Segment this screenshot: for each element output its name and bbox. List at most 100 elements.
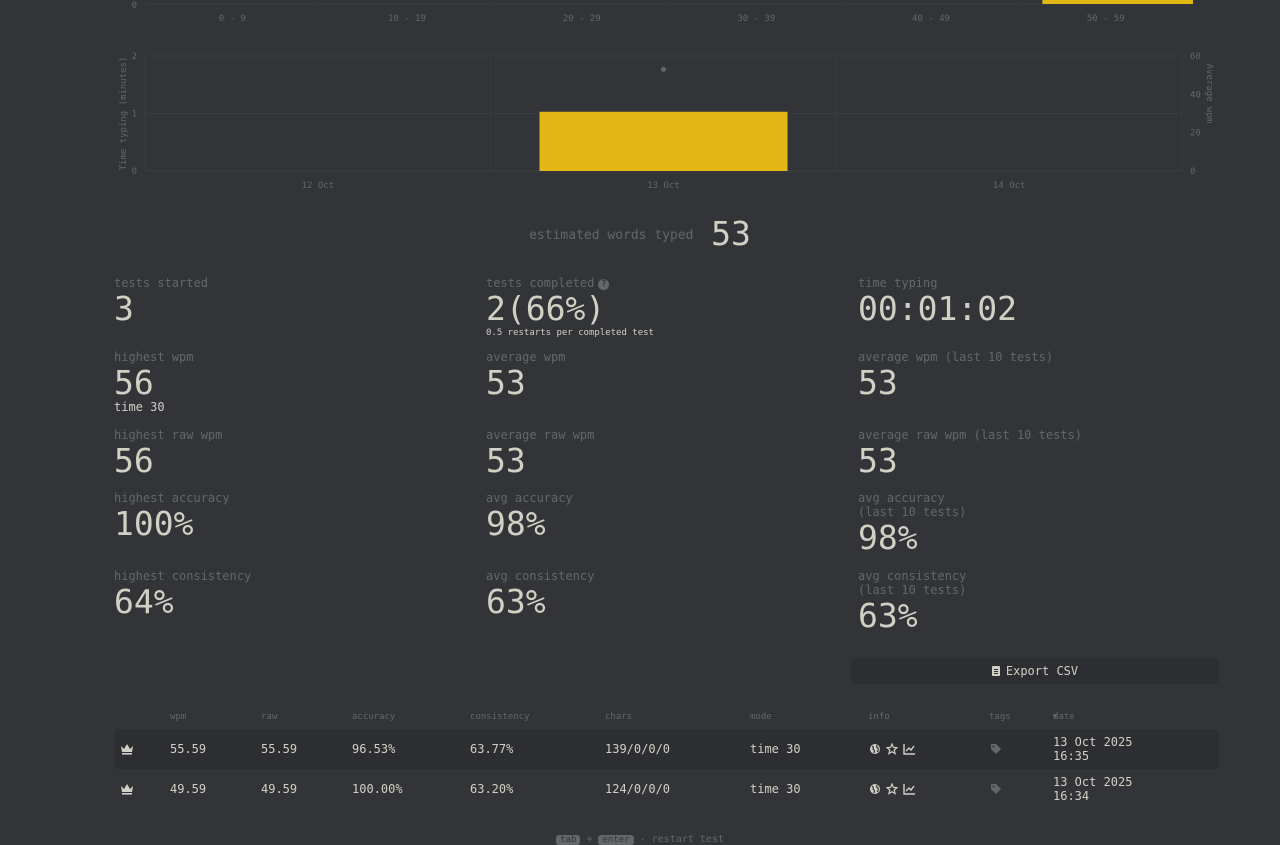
estimated-words-value: 53 [711, 214, 751, 253]
stat-value: 100% [114, 504, 194, 543]
y2-tick-label: 0 [1190, 167, 1195, 177]
cell-date-time: 16:35 [1053, 749, 1090, 763]
stat-value: 56 [114, 441, 154, 480]
cell-wpm: 55.59 [170, 742, 207, 756]
x-tick-label: 20 - 29 [563, 14, 601, 24]
estimated-words: estimated words typed 53 [0, 214, 1280, 253]
cell-consistency: 63.20% [470, 782, 514, 796]
daily-activity-chart: 2106040200Time typing (minutes) Average w… [119, 52, 1214, 191]
stat-label: average wpm [486, 350, 566, 364]
stat-average-wpm-last10: average wpm (last 10 tests) 53 [858, 350, 1053, 401]
globe-icon[interactable] [869, 783, 881, 795]
cell-raw: 49.59 [261, 782, 298, 796]
stat-value: 00:01:02 [858, 289, 1017, 328]
stat-value: 53 [858, 363, 898, 402]
stat-average-wpm: average wpm 53 [486, 350, 565, 401]
crown-icon [120, 769, 134, 809]
stat-label: tests started [114, 276, 208, 290]
cell-date-day: 13 Oct 2025 [1053, 735, 1133, 749]
average-wpm-point [661, 66, 666, 72]
crown-icon [120, 729, 134, 769]
stat-highest-consistency: highest consistency 64% [114, 569, 251, 620]
stat-tests-completed: tests completed? 2(66%) 0.5 restarts per… [486, 276, 654, 340]
y2-tick-label: 40 [1190, 90, 1201, 100]
cell-chars: 139/0/0/0 [605, 742, 671, 756]
cell-date: 13 Oct 2025 16:34 [1053, 769, 1132, 809]
x-tick-label: 14 Oct [993, 181, 1026, 191]
star-icon[interactable] [886, 743, 898, 755]
stat-label: highest consistency [114, 569, 252, 583]
stat-label: highest wpm [114, 350, 194, 364]
header-mode[interactable]: mode [750, 712, 772, 722]
y2-axis-title: Average wpm [1204, 64, 1214, 124]
header-tags: tags [989, 712, 1011, 722]
export-csv-button[interactable]: Export CSV [851, 658, 1219, 684]
y-tick-label: 1 [132, 110, 137, 120]
footer-action: - restart test [639, 834, 724, 845]
cell-info [869, 769, 916, 809]
table-header: wpm raw accuracy consistency chars mode … [114, 712, 1219, 726]
chart-line-icon[interactable] [903, 783, 916, 795]
stat-value: 98% [858, 518, 918, 557]
stat-label: avg consistency (last 10 tests) [858, 569, 967, 597]
cell-date-day: 13 Oct 2025 [1053, 775, 1133, 789]
x-tick-label: 40 - 49 [912, 14, 950, 24]
table-row[interactable]: 49.59 49.59 100.00% 63.20% 124/0/0/0 tim… [114, 769, 1219, 809]
cell-accuracy: 96.53% [352, 742, 396, 756]
stat-tests-started: tests started 3 [114, 276, 208, 327]
cell-date-time: 16:34 [1053, 789, 1090, 803]
stat-highest-accuracy: highest accuracy 100% [114, 491, 230, 542]
x-tick-label: 50 - 59 [1087, 14, 1125, 24]
time-typing-bar [539, 111, 788, 171]
y-axis-title: Time typing (minutes) [119, 57, 129, 171]
x-tick-label: 0 - 9 [219, 14, 246, 24]
stat-value: 64% [114, 582, 174, 621]
stat-label: highest accuracy [114, 491, 230, 505]
stat-label: highest raw wpm [114, 428, 223, 442]
stat-value: 2(66%) [486, 289, 606, 328]
tag-icon[interactable] [990, 769, 1002, 809]
star-icon[interactable] [886, 783, 898, 795]
tag-icon[interactable] [990, 729, 1002, 769]
cell-chars: 124/0/0/0 [605, 782, 671, 796]
stat-value: 53 [858, 441, 898, 480]
stat-average-raw: average raw wpm 53 [486, 428, 594, 479]
header-consistency[interactable]: consistency [470, 712, 530, 722]
y-tick-label: 2 [132, 52, 137, 62]
y2-tick-label: 20 [1190, 129, 1201, 139]
header-raw[interactable]: raw [261, 712, 277, 722]
y-tick-label: 0 [132, 167, 137, 177]
cell-consistency: 63.77% [470, 742, 514, 756]
x-tick-label: 12 Oct [302, 181, 335, 191]
x-tick-label: 30 - 39 [737, 14, 775, 24]
file-csv-icon [991, 666, 1000, 676]
stat-highest-wpm: highest wpm 56 time 30 [114, 350, 193, 414]
stat-time-typing: time typing 00:01:02 [858, 276, 1017, 327]
y-tick-label: 0 [132, 1, 137, 11]
stat-value: 3 [114, 289, 134, 328]
stat-value: 56 [114, 363, 154, 402]
stat-label: avg accuracy (last 10 tests) [858, 491, 967, 519]
footer-plus: + [586, 834, 593, 845]
x-tick-label: 10 - 19 [388, 14, 426, 24]
header-chars[interactable]: chars [605, 712, 632, 722]
footer-hint: tab + enter - restart test [0, 834, 1280, 845]
header-wpm[interactable]: wpm [170, 712, 186, 722]
stat-label: tests completed [486, 276, 595, 290]
cell-wpm: 49.59 [170, 782, 207, 796]
chart-line-icon[interactable] [903, 743, 916, 755]
stat-value: 98% [486, 504, 546, 543]
stat-label: average raw wpm [486, 428, 595, 442]
estimated-words-label: estimated words typed [529, 228, 694, 243]
cell-date: 13 Oct 2025 16:35 [1053, 729, 1132, 769]
stat-highest-raw: highest raw wpm 56 [114, 428, 222, 479]
export-csv-label: Export CSV [1005, 664, 1079, 678]
stat-label: avg accuracy [486, 491, 573, 505]
key-tab: tab [556, 835, 581, 845]
y2-tick-label: 60 [1190, 52, 1201, 62]
table-row[interactable]: 55.59 55.59 96.53% 63.77% 139/0/0/0 time… [114, 729, 1219, 769]
x-tick-label: 13 Oct [647, 181, 680, 191]
globe-icon[interactable] [869, 743, 881, 755]
cell-accuracy: 100.00% [352, 782, 403, 796]
header-accuracy[interactable]: accuracy [352, 712, 395, 722]
